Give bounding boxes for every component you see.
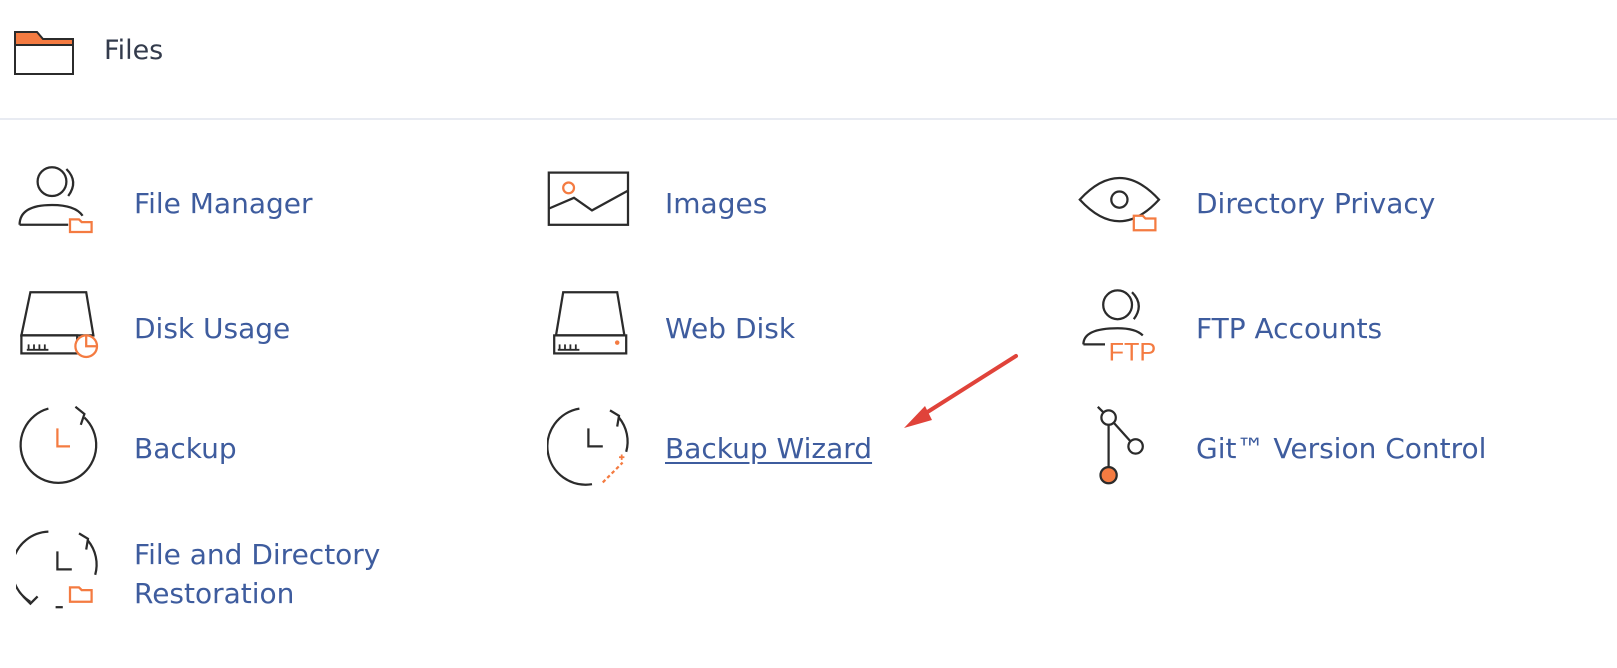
web-disk-label: Web Disk <box>665 312 796 345</box>
git-version-control-link[interactable]: Git™ Version Control <box>1078 405 1538 495</box>
file-directory-restoration-label-line2: Restoration <box>134 577 295 610</box>
disk-usage-label: Disk Usage <box>134 312 291 345</box>
ftp-accounts-label: FTP Accounts <box>1196 312 1383 345</box>
files-panel: Files File Manager Images Directory Priv… <box>0 0 1617 668</box>
backup-wizard-label: Backup Wizard <box>665 432 873 465</box>
disk-usage-link[interactable]: Disk Usage <box>16 285 436 375</box>
image-icon <box>547 171 630 226</box>
file-directory-restoration-link[interactable]: File and Directory Restoration <box>16 528 436 623</box>
folder-icon <box>14 31 74 75</box>
disk-icon <box>553 291 628 355</box>
section-header: Files <box>0 0 1617 120</box>
user-ftp-icon: FTP <box>1082 289 1157 367</box>
file-directory-restoration-label-line1: File and Directory <box>134 538 381 571</box>
file-manager-link[interactable]: File Manager <box>16 160 436 250</box>
images-label: Images <box>665 187 768 220</box>
backup-wizard-link[interactable]: Backup Wizard <box>547 405 967 495</box>
backup-link[interactable]: Backup <box>16 405 436 495</box>
file-manager-label: File Manager <box>134 187 313 220</box>
git-branch-icon <box>1097 406 1144 485</box>
images-link[interactable]: Images <box>547 160 967 250</box>
web-disk-link[interactable]: Web Disk <box>547 285 967 375</box>
eye-folder-icon <box>1078 177 1161 232</box>
ftp-accounts-link[interactable]: FTP FTP Accounts <box>1078 285 1538 375</box>
clock-restore-folder-icon <box>16 530 98 609</box>
svg-text:FTP: FTP <box>1109 339 1157 367</box>
clock-wand-icon <box>547 407 629 486</box>
directory-privacy-link[interactable]: Directory Privacy <box>1078 160 1538 250</box>
section-title: Files <box>104 35 164 66</box>
disk-pie-icon <box>20 291 99 359</box>
user-folder-icon <box>18 166 93 234</box>
git-version-control-label: Git™ Version Control <box>1196 432 1487 465</box>
backup-label: Backup <box>134 432 237 465</box>
directory-privacy-label: Directory Privacy <box>1196 187 1436 220</box>
clock-refresh-icon <box>19 405 98 484</box>
